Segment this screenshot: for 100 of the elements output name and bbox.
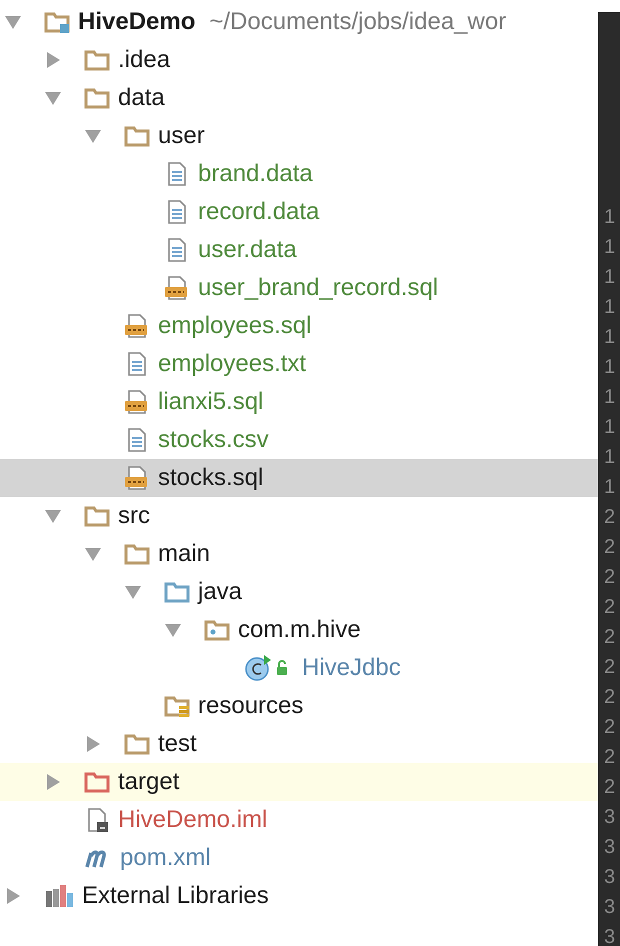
node-label: record.data [198, 197, 320, 227]
expanded-arrow-icon[interactable] [44, 507, 62, 525]
tree-row[interactable]: HiveDemo.iml [0, 801, 598, 839]
line-number: 2 [603, 565, 616, 590]
tree-row[interactable]: stocks.sql [0, 459, 598, 497]
collapsed-arrow-icon[interactable] [84, 735, 102, 753]
line-number: 2 [603, 685, 616, 710]
expanded-arrow-icon[interactable] [124, 583, 142, 601]
tree-row[interactable]: HiveDemo ~/Documents/jobs/idea_wor [0, 3, 598, 41]
expanded-arrow-icon[interactable] [4, 13, 22, 31]
tree-row[interactable]: target [0, 763, 598, 801]
node-label: stocks.csv [158, 425, 269, 455]
node-label: main [158, 539, 210, 569]
tree-row[interactable]: HiveJdbc [0, 649, 598, 687]
line-number: 3 [603, 865, 616, 890]
node-label: HiveJdbc [302, 653, 401, 683]
line-number: 2 [603, 535, 616, 560]
tree-row[interactable]: main [0, 535, 598, 573]
node-label: user.data [198, 235, 297, 265]
node-label: java [198, 577, 242, 607]
tree-row[interactable]: .idea [0, 41, 598, 79]
tree-row[interactable]: stocks.csv [0, 421, 598, 459]
node-label: data [118, 83, 165, 113]
tree-row[interactable]: record.data [0, 193, 598, 231]
tree-row[interactable]: com.m.hive [0, 611, 598, 649]
node-label: pom.xml [120, 843, 211, 873]
module-folder-icon [44, 11, 70, 33]
line-number: 1 [603, 475, 616, 500]
node-label: .idea [118, 45, 170, 75]
collapsed-arrow-icon[interactable] [44, 773, 62, 791]
node-label: test [158, 729, 197, 759]
tree-row[interactable]: lianxi5.sql [0, 383, 598, 421]
excluded-folder-icon [84, 771, 110, 793]
tree-row[interactable]: External Libraries [0, 877, 598, 915]
line-number: 1 [603, 235, 616, 260]
node-label: resources [198, 691, 304, 721]
node-label: HiveDemo [78, 7, 196, 37]
tree-row[interactable]: user_brand_record.sql [0, 269, 598, 307]
source-folder-icon [164, 581, 190, 603]
line-number: 2 [603, 595, 616, 620]
expanded-arrow-icon[interactable] [164, 621, 182, 639]
node-label: lianxi5.sql [158, 387, 264, 417]
line-number: 3 [603, 805, 616, 830]
package-folder-icon [204, 619, 230, 641]
line-number: 3 [603, 895, 616, 920]
line-number: 1 [603, 385, 616, 410]
tree-row[interactable]: java [0, 573, 598, 611]
expanded-arrow-icon[interactable] [84, 127, 102, 145]
tree-row[interactable]: employees.txt [0, 345, 598, 383]
node-label: brand.data [198, 159, 313, 189]
tree-row[interactable]: user.data [0, 231, 598, 269]
tree-row[interactable]: data [0, 79, 598, 117]
folder-icon [124, 733, 150, 755]
tree-row[interactable]: brand.data [0, 155, 598, 193]
folder-icon [84, 87, 110, 109]
line-number: 2 [603, 715, 616, 740]
line-number: 1 [603, 415, 616, 440]
node-label: employees.sql [158, 311, 312, 341]
tree-row[interactable]: test [0, 725, 598, 763]
collapsed-arrow-icon[interactable] [44, 51, 62, 69]
folder-icon [84, 505, 110, 527]
tree-row[interactable]: employees.sql [0, 307, 598, 345]
folder-icon [124, 125, 150, 147]
expanded-arrow-icon[interactable] [84, 545, 102, 563]
node-label: target [118, 767, 180, 797]
sql-file-icon [164, 275, 190, 301]
line-number: 1 [603, 265, 616, 290]
sql-file-icon [124, 389, 150, 415]
line-number: 2 [603, 745, 616, 770]
expanded-arrow-icon[interactable] [44, 89, 62, 107]
folder-icon [84, 49, 110, 71]
libraries-icon [44, 883, 74, 909]
sql-file-icon [124, 465, 150, 491]
line-number: 2 [603, 625, 616, 650]
tree-row[interactable]: resources [0, 687, 598, 725]
line-number: 3 [603, 835, 616, 860]
node-label: HiveDemo.iml [118, 805, 268, 835]
line-number: 3 [603, 925, 616, 946]
node-label: user [158, 121, 205, 151]
resources-folder-icon [164, 695, 190, 717]
line-number: 1 [603, 445, 616, 470]
sql-file-icon [124, 313, 150, 339]
node-label: com.m.hive [238, 615, 361, 645]
tree-row[interactable]: src [0, 497, 598, 535]
folder-icon [124, 543, 150, 565]
node-label: src [118, 501, 150, 531]
line-number: 1 [603, 355, 616, 380]
line-number: 1 [603, 205, 616, 230]
collapsed-arrow-icon[interactable] [4, 887, 22, 905]
line-number: 2 [603, 775, 616, 800]
tree-row[interactable]: user [0, 117, 598, 155]
node-label: External Libraries [82, 881, 269, 911]
tree-row[interactable]: pom.xml [0, 839, 598, 877]
line-number: 1 [603, 295, 616, 320]
node-label: employees.txt [158, 349, 306, 379]
node-label: user_brand_record.sql [198, 273, 438, 303]
line-number: 1 [603, 325, 616, 350]
line-number: 2 [603, 655, 616, 680]
line-number: 2 [603, 505, 616, 530]
node-label: stocks.sql [158, 463, 264, 493]
